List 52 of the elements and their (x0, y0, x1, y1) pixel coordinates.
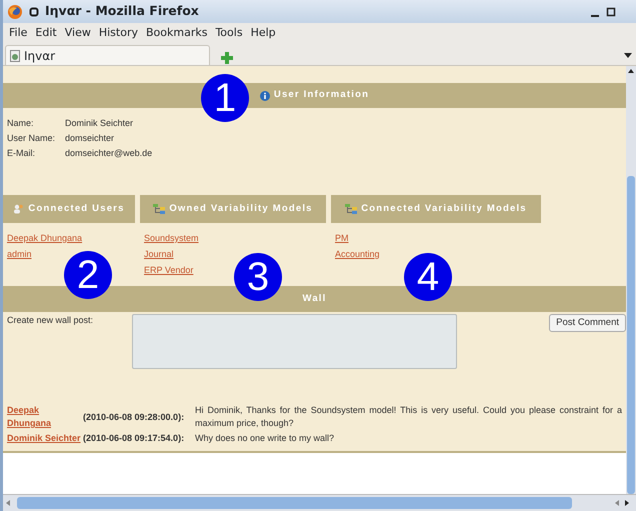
menu-item[interactable]: Help (250, 25, 276, 42)
menu-item[interactable]: Tools (215, 25, 243, 42)
new-tab-icon[interactable] (220, 51, 234, 65)
post-date: (2010-06-08 09:28:00.0): (83, 410, 186, 424)
section-title: Owned Variability Models (169, 202, 313, 216)
field-label: E-Mail: (7, 147, 36, 160)
browser-tab[interactable]: Iηvαr (5, 45, 210, 65)
window-menu-icon[interactable] (29, 6, 39, 16)
field-label: User Name: (7, 132, 56, 145)
link[interactable]: Journal (144, 249, 174, 259)
tab-label: Iηvαr (24, 48, 56, 64)
link[interactable]: Deepak Dhungana (7, 233, 82, 243)
field-label: Create new wall post: (7, 314, 94, 327)
section-title: Connected Users (28, 202, 125, 216)
info-icon (260, 90, 270, 100)
callout-number: 2 (64, 251, 112, 299)
post-message: Hi Dominik, Thanks for the Soundsystem model! This is very useful. Could you please constraint for a maximum price, though? (195, 404, 622, 430)
users-icon (13, 204, 24, 214)
section-title: Connected Variability Models (361, 202, 527, 216)
window-title: Iηvαr - Mozilla Firefox (45, 2, 200, 20)
menu-item[interactable]: View (64, 25, 91, 42)
section-title: Wall (302, 292, 326, 306)
menu-item[interactable]: Edit (35, 25, 57, 42)
link[interactable]: PM (335, 233, 348, 243)
field-value: Dominik Seichter (65, 117, 134, 130)
firefox-logo-icon (7, 4, 23, 20)
field-label: Name: (7, 117, 35, 130)
maximize-icon[interactable] (606, 6, 616, 18)
menu-item[interactable]: File (9, 25, 28, 42)
link[interactable]: admin (7, 249, 32, 259)
callout-number: 1 (201, 74, 249, 122)
author-link[interactable]: Dominik Seichter (7, 432, 83, 445)
author-link[interactable]: Deepak Dhungana (7, 404, 83, 430)
link[interactable]: ERP Vendor (144, 265, 194, 275)
post-comment-button[interactable]: Post Comment (549, 314, 626, 332)
scrollbar-thumb[interactable] (17, 497, 572, 509)
page-icon (10, 50, 20, 62)
post-date: (2010-06-08 09:17:54.0): (83, 432, 186, 445)
menu-item[interactable]: Bookmarks (146, 25, 208, 42)
link[interactable]: Soundsystem (144, 233, 199, 243)
post-message: Why does no one write to my wall? (195, 432, 336, 445)
scrollbar-thumb[interactable] (627, 176, 635, 494)
section-title: User Information (274, 88, 370, 102)
tab-list-icon[interactable] (624, 53, 632, 59)
callout-number: 3 (234, 253, 282, 301)
tree-icon (153, 204, 166, 214)
field-value: domseichter (65, 132, 114, 145)
menu-item[interactable]: History (98, 25, 138, 42)
callout-number: 4 (404, 253, 452, 301)
link[interactable]: Accounting (335, 249, 380, 259)
tree-icon (345, 204, 358, 214)
field-value: domseichter@web.de (65, 147, 152, 160)
